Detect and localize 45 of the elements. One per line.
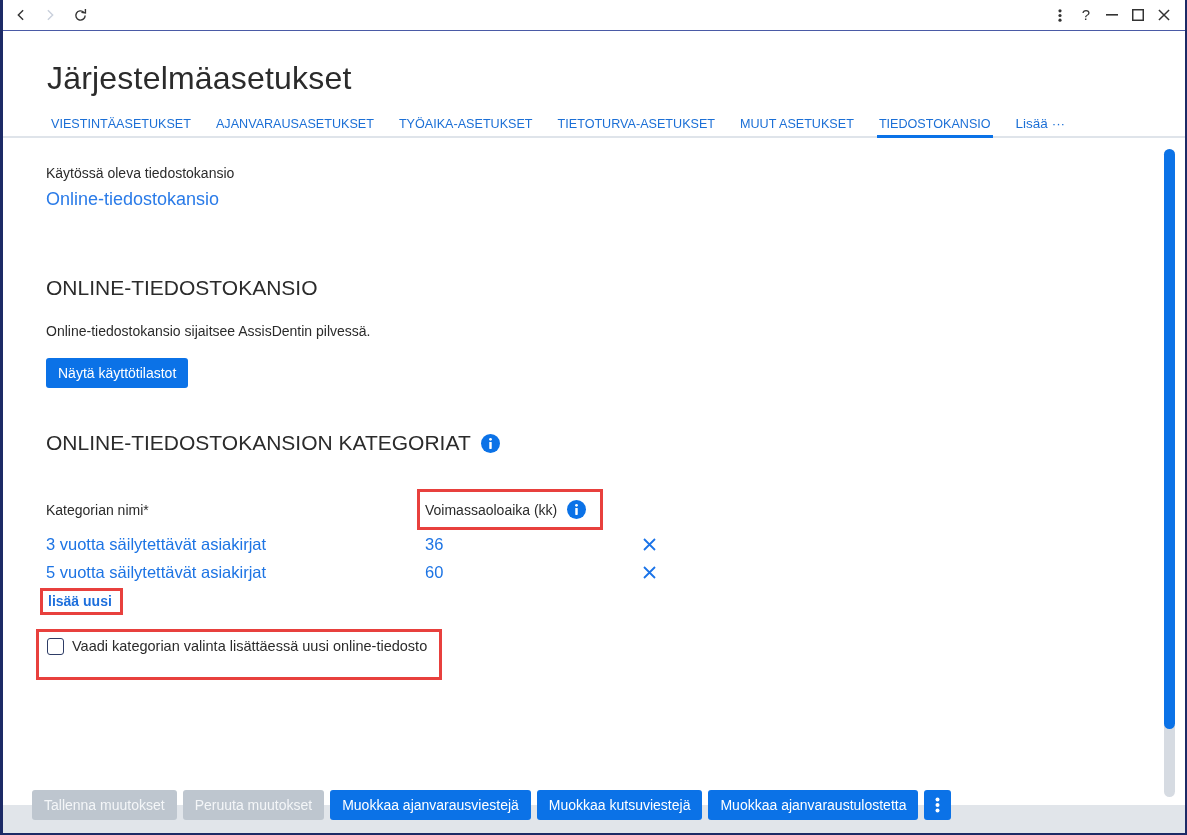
maximize-button[interactable] <box>1129 7 1147 23</box>
three-dots-icon <box>935 797 941 813</box>
cross-icon <box>643 565 656 579</box>
chevron-left-icon <box>16 9 24 21</box>
info-icon[interactable] <box>567 500 587 519</box>
close-icon <box>1158 9 1170 21</box>
remove-button[interactable] <box>643 565 656 579</box>
more-tab[interactable]: Lisää ··· <box>1013 106 1068 138</box>
section-description: Online-tiedostokansio sijaitsee AssisDentin pilvessä. <box>46 322 371 340</box>
tab[interactable]: AJANVARAUSASETUKSET <box>213 106 376 138</box>
page-title: Järjestelmäasetukset <box>47 59 352 98</box>
chevron-right-icon <box>46 9 54 21</box>
tab[interactable]: MUUT ASETUKSET <box>738 106 856 138</box>
footer-button[interactable]: Muokkaa ajanvarausviestejä <box>330 790 531 820</box>
reload-icon <box>74 8 87 22</box>
cross-icon <box>643 537 656 551</box>
maximize-icon <box>1132 9 1144 21</box>
section-heading: ONLINE-TIEDOSTOKANSION KATEGORIAT <box>46 430 471 456</box>
help-button[interactable]: ? <box>1077 5 1095 25</box>
category-name[interactable]: 5 vuotta säilytettävät asiakirjat <box>46 562 267 582</box>
category-name[interactable]: 3 vuotta säilytettävät asiakirjat <box>46 534 267 554</box>
checkbox-label: Vaadi kategorian valinta lisättäessä uusi online-tiedosto <box>72 638 428 655</box>
section-heading: ONLINE-TIEDOSTOKANSIO <box>46 275 318 301</box>
tab[interactable]: TYÖAIKA-ASETUKSET <box>396 106 535 138</box>
category-months[interactable]: 36 <box>425 534 444 554</box>
three-dots-icon <box>1058 8 1062 22</box>
footer-button[interactable]: Muokkaa kutsuviestejä <box>536 790 703 820</box>
minimize-button[interactable] <box>1103 12 1121 18</box>
remove-button[interactable] <box>643 537 656 551</box>
column-header: Voimassaoloaika (kk) <box>425 501 558 518</box>
statistics-button[interactable]: Näytä käyttötilastot <box>46 358 189 388</box>
checkbox[interactable] <box>47 638 64 655</box>
tab[interactable]: TIEDOSTOKANSIO <box>876 106 993 138</box>
more-button[interactable] <box>924 790 952 820</box>
folder-link[interactable]: Online-tiedostokansio <box>46 187 220 211</box>
add-new-link[interactable]: lisää uusi <box>48 593 112 609</box>
footer-button[interactable]: Muokkaa ajanvaraustulostetta <box>708 790 919 820</box>
field-label: Käytössä oleva tiedostokansio <box>46 164 235 182</box>
info-icon[interactable] <box>480 433 500 453</box>
tab[interactable]: TIETOTURVA-ASETUKSET <box>555 106 718 138</box>
tab[interactable]: VIESTINTÄASETUKSET <box>49 106 193 138</box>
category-months[interactable]: 60 <box>425 562 444 582</box>
column-header: Kategorian nimi* <box>46 501 149 518</box>
minimize-icon <box>1106 14 1118 16</box>
close-button[interactable] <box>1155 7 1173 23</box>
